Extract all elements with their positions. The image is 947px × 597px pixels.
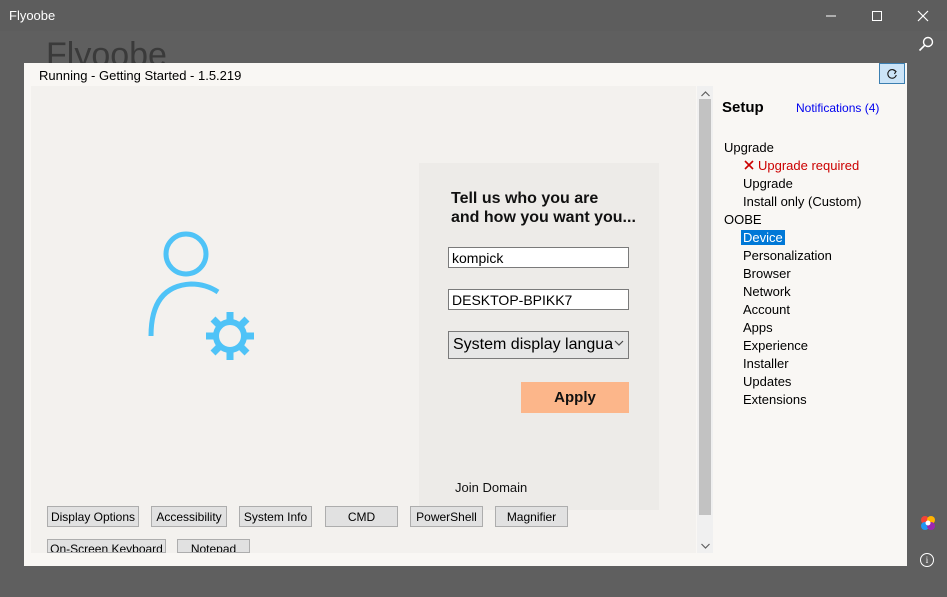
notifications-link[interactable]: Notifications (4) bbox=[796, 101, 879, 115]
nav-item-account[interactable]: Account bbox=[743, 302, 790, 317]
magnifier-button[interactable]: Magnifier bbox=[495, 506, 568, 527]
title-bar: Flyoobe bbox=[0, 0, 947, 31]
scroll-up-icon[interactable] bbox=[697, 87, 713, 100]
minimize-icon bbox=[826, 15, 836, 16]
apply-button[interactable]: Apply bbox=[521, 382, 629, 413]
language-select-value: System display langua bbox=[453, 336, 614, 353]
system-info-button[interactable]: System Info bbox=[239, 506, 312, 527]
notepad-button[interactable]: Notepad bbox=[177, 539, 250, 553]
status-text: Running - Getting Started - 1.5.219 bbox=[39, 68, 242, 83]
user-settings-icon bbox=[148, 231, 254, 360]
nav-item-device[interactable]: Device bbox=[741, 230, 785, 245]
maximize-button[interactable] bbox=[854, 0, 900, 31]
powershell-button[interactable]: PowerShell bbox=[410, 506, 483, 527]
onscreen-keyboard-button[interactable]: On-Screen Keyboard bbox=[47, 539, 166, 553]
card-heading: Tell us who you are and how you want you… bbox=[451, 189, 651, 227]
search-icon[interactable] bbox=[918, 36, 934, 57]
card-heading-line2: and how you want you... bbox=[451, 209, 636, 226]
refresh-icon bbox=[887, 68, 897, 79]
language-select[interactable]: System display langua bbox=[448, 331, 629, 359]
nav-group-upgrade[interactable]: Upgrade bbox=[724, 140, 774, 155]
nav-item-upgrade[interactable]: Upgrade bbox=[743, 176, 793, 191]
computer-name-input[interactable]: DESKTOP-BPIKK7 bbox=[448, 289, 629, 310]
main-content-panel: Tell us who you are and how you want you… bbox=[31, 86, 696, 553]
close-button[interactable] bbox=[900, 0, 946, 31]
nav-item-upgrade-required[interactable]: Upgrade required bbox=[744, 158, 859, 173]
nav-item-installer[interactable]: Installer bbox=[743, 356, 789, 371]
minimize-button[interactable] bbox=[808, 0, 854, 31]
nav-item-label: Upgrade required bbox=[758, 158, 860, 173]
nav-item-browser[interactable]: Browser bbox=[743, 266, 791, 281]
username-input[interactable]: kompick bbox=[448, 247, 629, 268]
setup-title: Setup bbox=[722, 99, 764, 116]
close-icon bbox=[917, 10, 929, 21]
cmd-button[interactable]: CMD bbox=[325, 506, 398, 527]
color-palette-icon[interactable] bbox=[919, 514, 937, 537]
nav-item-updates[interactable]: Updates bbox=[743, 374, 791, 389]
close-icon bbox=[744, 160, 754, 170]
window-title: Flyoobe bbox=[9, 8, 56, 23]
nav-item-personalization[interactable]: Personalization bbox=[743, 248, 832, 263]
scroll-down-icon[interactable] bbox=[697, 539, 713, 552]
nav-item-experience[interactable]: Experience bbox=[743, 338, 808, 353]
nav-item-apps[interactable]: Apps bbox=[743, 320, 773, 335]
nav-item-network[interactable]: Network bbox=[743, 284, 791, 299]
display-options-button[interactable]: Display Options bbox=[47, 506, 139, 527]
chevron-down-icon bbox=[614, 340, 624, 346]
device-setup-card: Tell us who you are and how you want you… bbox=[419, 163, 659, 510]
info-icon[interactable]: i bbox=[920, 553, 934, 567]
join-domain-link[interactable]: Join Domain bbox=[455, 480, 527, 495]
scrollbar-thumb[interactable] bbox=[699, 99, 711, 515]
nav-item-extensions[interactable]: Extensions bbox=[743, 392, 807, 407]
refresh-button[interactable] bbox=[879, 63, 905, 84]
card-heading-line1: Tell us who you are bbox=[451, 190, 599, 207]
setup-dialog: Running - Getting Started - 1.5.219 Tell… bbox=[24, 63, 907, 566]
maximize-icon bbox=[872, 10, 882, 21]
nav-group-oobe[interactable]: OOBE bbox=[724, 212, 762, 227]
accessibility-button[interactable]: Accessibility bbox=[151, 506, 227, 527]
nav-item-install-only[interactable]: Install only (Custom) bbox=[743, 194, 861, 209]
